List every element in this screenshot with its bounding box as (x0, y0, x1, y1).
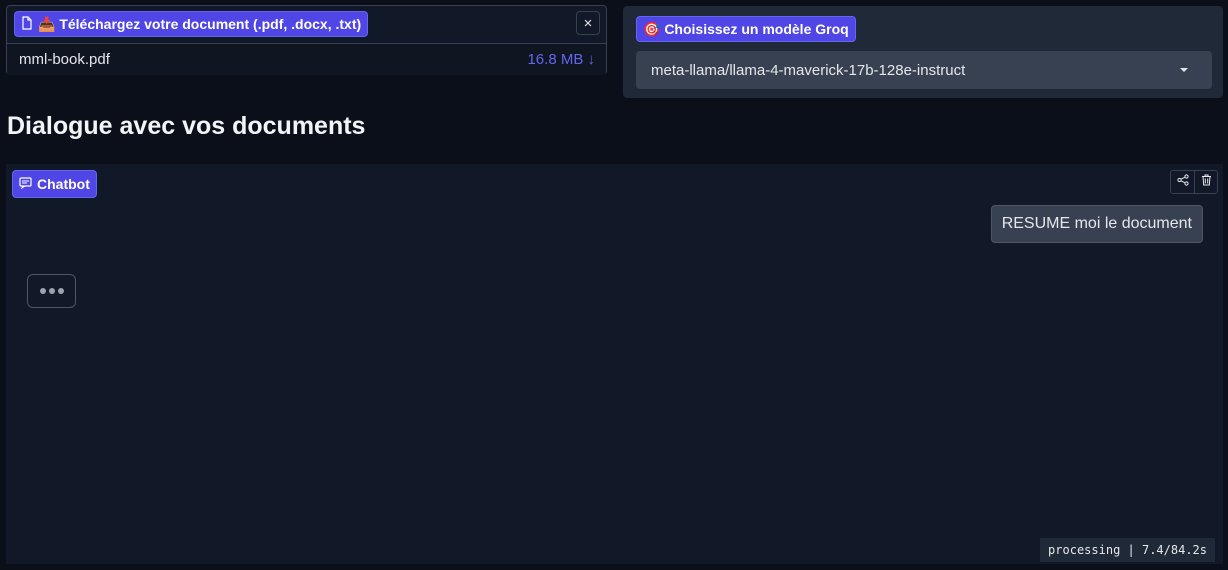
chevron-down-icon (1180, 68, 1188, 72)
file-download-link[interactable]: 16.8 MB ↓ (527, 51, 595, 68)
close-icon: × (583, 14, 593, 32)
upload-label: 📥 Téléchargez votre document (.pdf, .doc… (14, 11, 369, 37)
typing-indicator (27, 274, 76, 308)
page-title: Dialogue avec vos documents (7, 112, 366, 140)
clear-chat-button[interactable] (1194, 171, 1217, 193)
share-button[interactable] (1171, 171, 1194, 193)
model-label: 🎯 Choisissez un modèle Groq (636, 16, 856, 42)
model-label-text: 🎯 Choisissez un modèle Groq (643, 20, 849, 37)
upload-panel: 📥 Téléchargez votre document (.pdf, .doc… (6, 5, 607, 75)
chat-icon (19, 176, 32, 192)
share-icon (1176, 173, 1189, 191)
model-panel: 🎯 Choisissez un modèle Groq meta-llama/l… (623, 6, 1223, 98)
chatbot-label: Chatbot (12, 170, 97, 198)
uploaded-file-row: mml-book.pdf 16.8 MB ↓ (7, 43, 606, 75)
file-icon (21, 15, 33, 33)
trash-icon (1201, 173, 1212, 191)
user-message-text: RESUME moi le document (1001, 215, 1192, 232)
chatbot-label-text: Chatbot (37, 176, 90, 192)
typing-dot (48, 288, 55, 294)
chatbot-actions (1170, 170, 1218, 194)
upload-label-text: 📥 Téléchargez votre document (.pdf, .doc… (38, 15, 362, 32)
typing-dot (39, 288, 46, 294)
chatbot-panel: Chatbot RESUME moi le document processin… (6, 164, 1223, 564)
processing-status: processing | 7.4/84.2s (1040, 538, 1215, 562)
typing-dot (57, 288, 64, 294)
model-dropdown[interactable]: meta-llama/llama-4-maverick-17b-128e-ins… (636, 51, 1212, 89)
user-message: RESUME moi le document (990, 205, 1203, 243)
file-name: mml-book.pdf (19, 51, 110, 68)
clear-file-button[interactable]: × (576, 11, 600, 35)
model-selected-value: meta-llama/llama-4-maverick-17b-128e-ins… (651, 61, 966, 79)
